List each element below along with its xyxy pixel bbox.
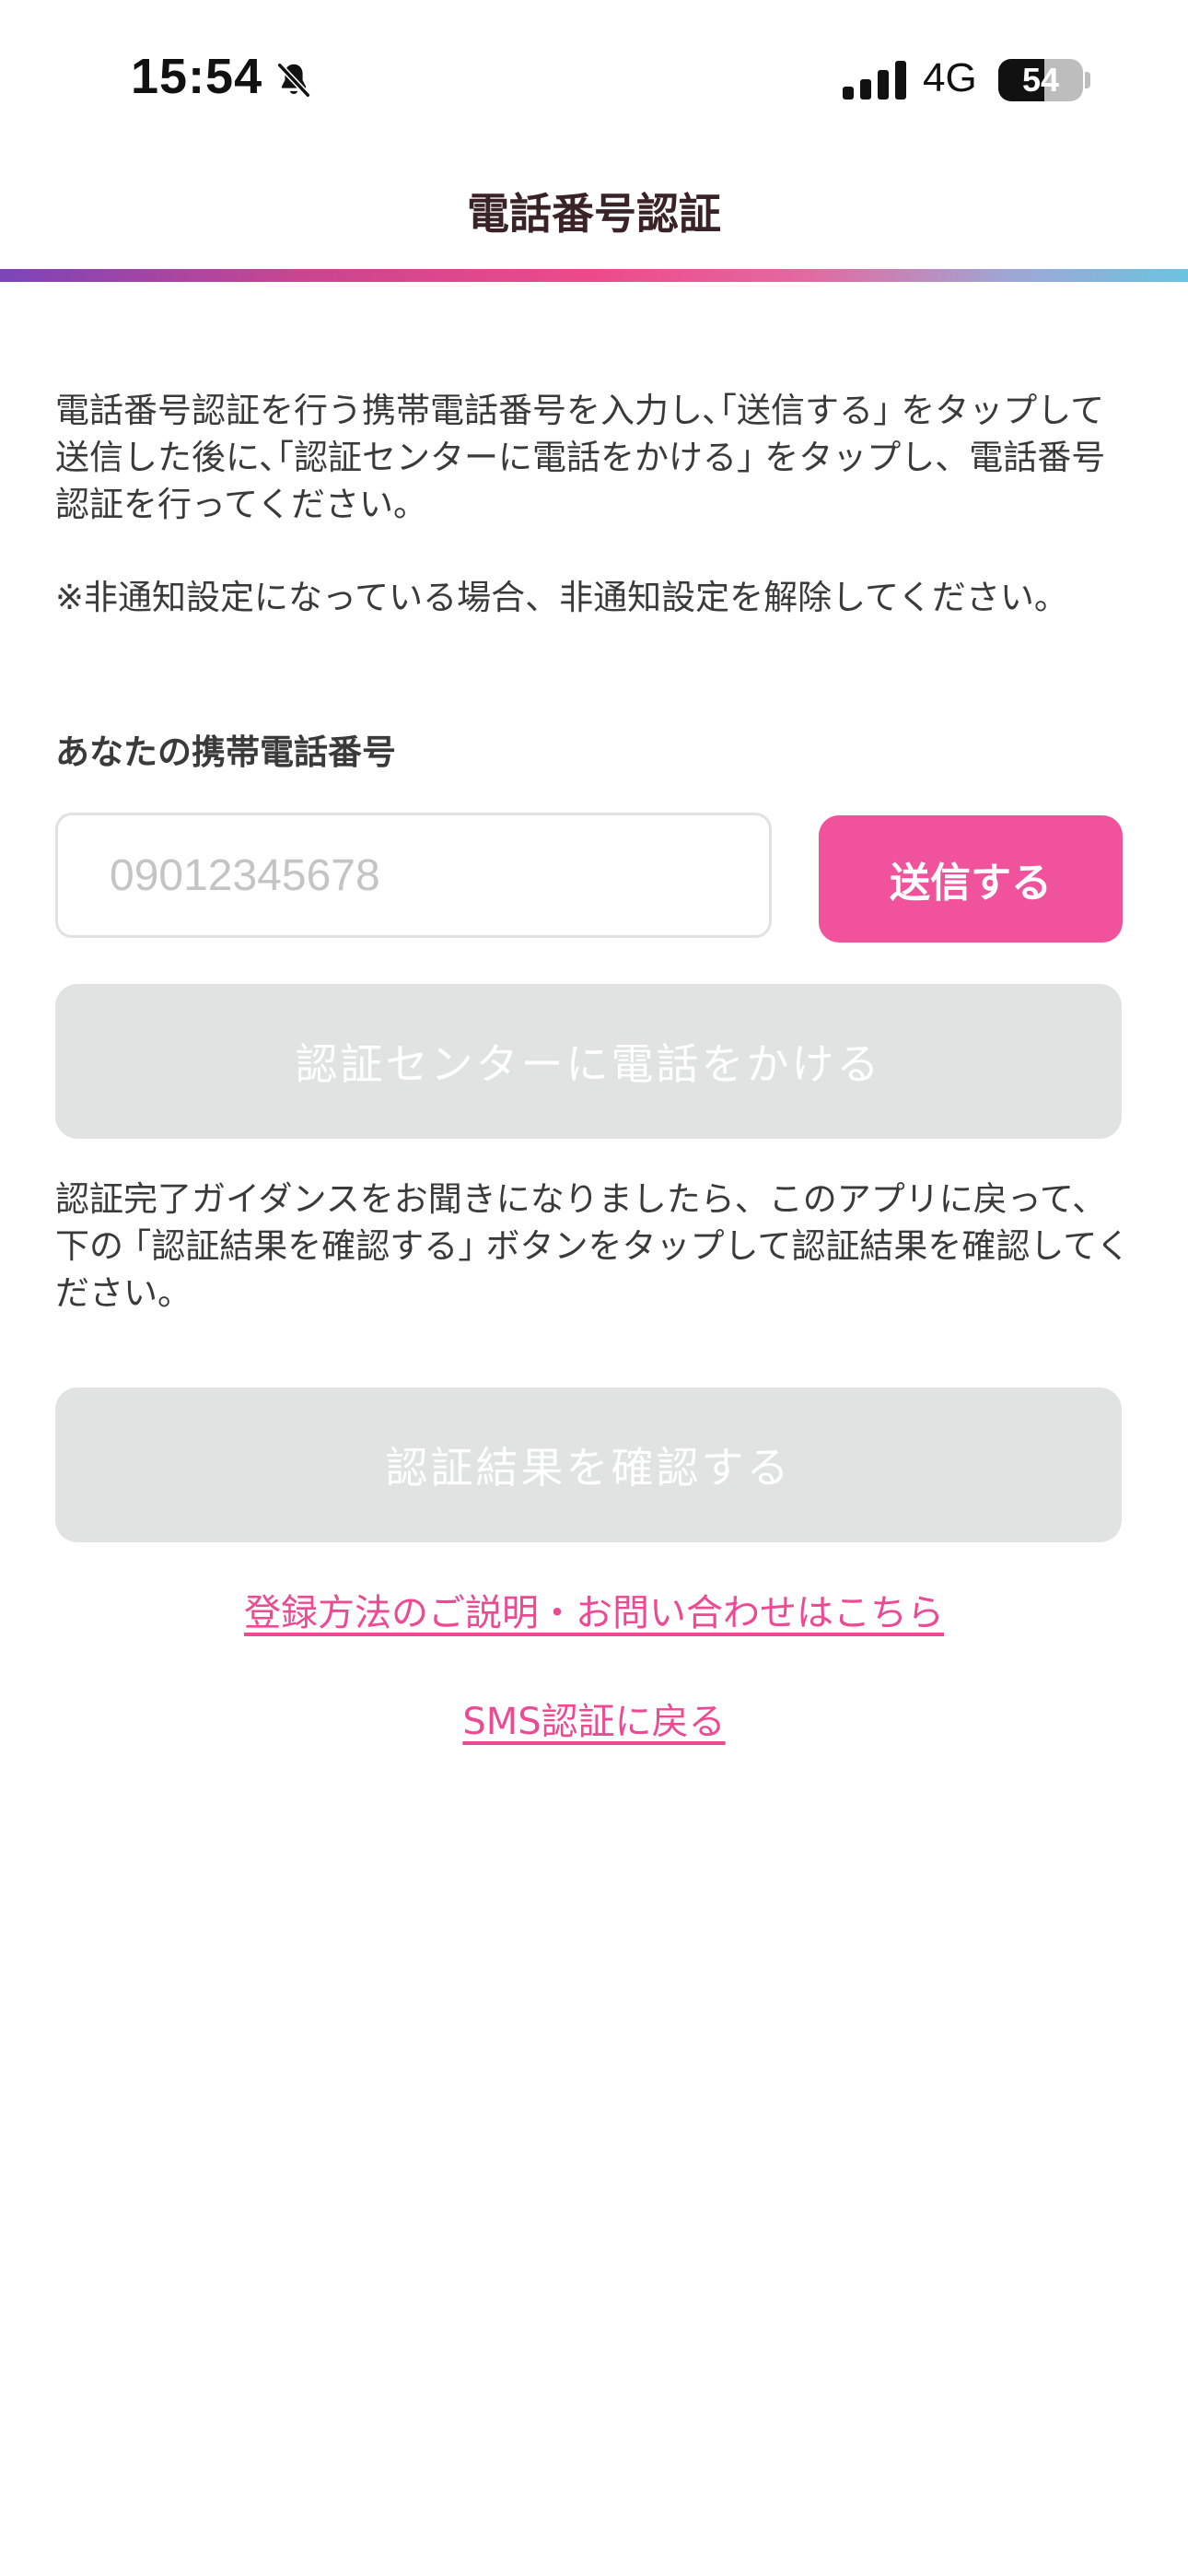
- battery-cap: [1085, 72, 1090, 88]
- sms-link-row: SMS認証に戻る: [0, 1692, 1188, 1745]
- guidance: 認証完了ガイダンスをお聞きになりましたら、このアプリに戻って、下の ｢認証結果を…: [55, 1176, 1133, 1317]
- check-result-button[interactable]: 認証結果を確認する: [55, 1388, 1122, 1542]
- status-bar: 15:54 4G 54: [0, 0, 1188, 157]
- bell-slash-icon: [277, 63, 310, 98]
- instructions-note: ※非通知設定になっている場合、非通知設定を解除してください。: [55, 578, 1068, 617]
- call-auth-center-button[interactable]: 認証センターに電話をかける: [55, 984, 1122, 1139]
- status-time: 15:54: [131, 49, 263, 104]
- battery-level: 54: [1021, 61, 1060, 99]
- network-type: 4G: [923, 55, 977, 100]
- instructions: 電話番号認証を行う携帯電話番号を入力し､｢送信する｣ をタップして送信した後に､…: [55, 387, 1133, 621]
- help-contact-link[interactable]: 登録方法のご説明・お問い合わせはこちら: [244, 1592, 944, 1634]
- help-link-row: 登録方法のご説明・お問い合わせはこちら: [0, 1583, 1188, 1636]
- back-to-sms-link[interactable]: SMS認証に戻る: [462, 1701, 725, 1743]
- phone-number-label: あなたの携帯電話番号: [55, 732, 396, 772]
- phone-number-input[interactable]: [55, 813, 772, 938]
- battery-icon: 54: [998, 59, 1083, 101]
- guidance-text: 認証完了ガイダンスをお聞きになりましたら、このアプリに戻って、下の ｢認証結果を…: [55, 1179, 1131, 1313]
- header-gradient-divider: [0, 269, 1188, 282]
- send-button[interactable]: 送信する: [819, 815, 1123, 943]
- page-title: 電話番号認証: [467, 189, 721, 239]
- signal-icon: [843, 61, 906, 100]
- instructions-text: 電話番号認証を行う携帯電話番号を入力し､｢送信する｣ をタップして送信した後に､…: [55, 391, 1106, 524]
